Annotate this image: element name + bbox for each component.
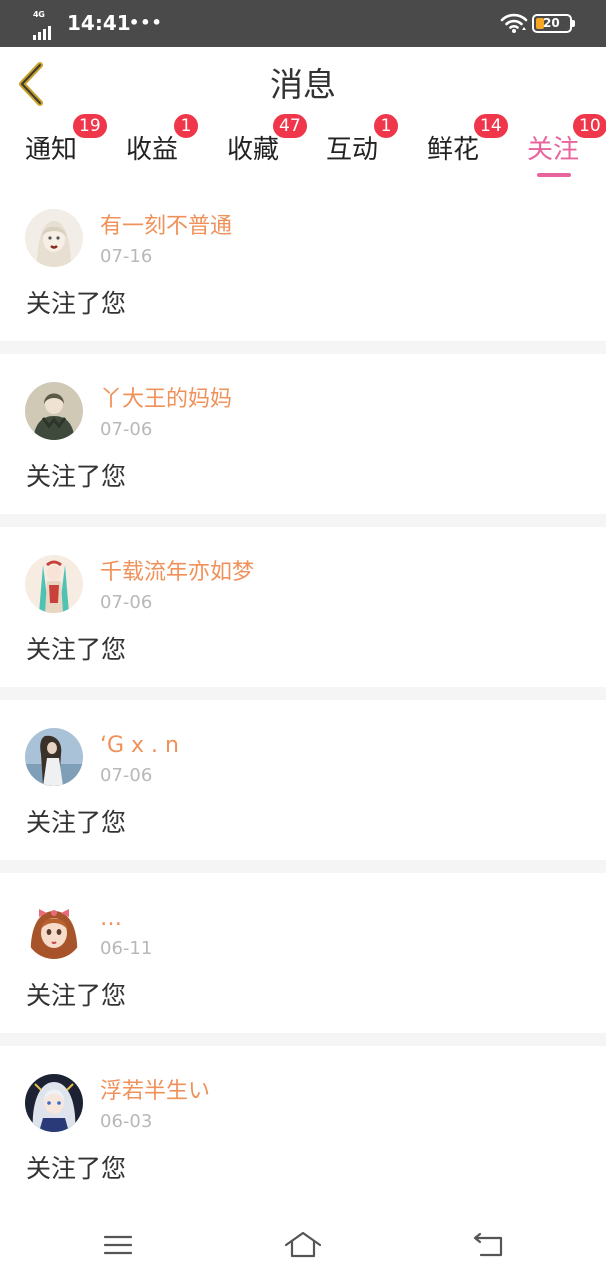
user-avatar[interactable]: [25, 382, 83, 440]
list-item[interactable]: 千载流年亦如梦 07-06 关注了您: [0, 527, 606, 687]
user-avatar[interactable]: [25, 209, 83, 267]
divider: [0, 687, 606, 700]
unread-badge: 14: [474, 114, 508, 138]
message-tabs: 通知 19 收益 1 收藏 47 互动 1 鲜花 14 关注 10: [0, 114, 606, 181]
notification-date: 06-11: [100, 938, 153, 959]
list-item[interactable]: 有一刻不普通 07-16 关注了您: [0, 181, 606, 341]
user-avatar[interactable]: [25, 555, 83, 613]
username[interactable]: 千载流年亦如梦: [100, 557, 254, 589]
username[interactable]: 有一刻不普通: [100, 211, 232, 243]
notification-text: 关注了您: [26, 981, 127, 1010]
username[interactable]: 丫大王的妈妈: [100, 384, 232, 416]
user-avatar[interactable]: [25, 901, 83, 959]
notification-date: 07-16: [100, 246, 153, 267]
user-avatar[interactable]: [25, 1074, 83, 1132]
username[interactable]: ‘G x . n: [100, 730, 179, 762]
more-notifications-indicator: •••: [129, 13, 163, 32]
notification-text: 关注了您: [26, 289, 127, 318]
unread-badge: 10: [573, 114, 606, 138]
tab-label: 收益: [126, 135, 179, 165]
network-type: 4G: [33, 10, 45, 19]
cellular-signal-icon: 4G: [33, 10, 61, 40]
username[interactable]: …: [100, 903, 122, 935]
active-tab-indicator: [537, 173, 571, 177]
unread-badge: 1: [374, 114, 398, 138]
tab-label: 收藏: [227, 135, 280, 165]
notification-text: 关注了您: [26, 462, 127, 491]
unread-badge: 47: [273, 114, 307, 138]
wifi-icon: [500, 13, 528, 33]
system-navigation-bar: [0, 1210, 606, 1280]
tab-label: 关注: [527, 135, 580, 165]
back-arrow-icon[interactable]: [468, 1228, 508, 1262]
battery-icon: 20: [532, 14, 575, 33]
battery-level: 20: [543, 16, 560, 30]
unread-badge: 1: [174, 114, 198, 138]
notification-date: 06-03: [100, 1111, 153, 1132]
list-item[interactable]: ‘G x . n 07-06 关注了您: [0, 700, 606, 860]
list-item[interactable]: 浮若半生い 06-03 关注了您: [0, 1046, 606, 1206]
divider: [0, 860, 606, 873]
tab-label: 鲜花: [427, 135, 480, 165]
list-item[interactable]: … 06-11 关注了您: [0, 873, 606, 1033]
divider: [0, 514, 606, 527]
notification-date: 07-06: [100, 765, 153, 786]
app-header: 消息: [0, 47, 606, 121]
home-icon[interactable]: [283, 1228, 323, 1262]
status-bar: 4G 14:41 ••• 20: [0, 0, 606, 47]
username[interactable]: 浮若半生い: [100, 1076, 210, 1108]
unread-badge: 19: [73, 114, 107, 138]
tab-label: 互动: [326, 135, 379, 165]
clock: 14:41: [67, 11, 131, 35]
menu-icon[interactable]: [98, 1228, 138, 1262]
notification-text: 关注了您: [26, 1154, 127, 1183]
divider: [0, 1033, 606, 1046]
list-item[interactable]: 丫大王的妈妈 07-06 关注了您: [0, 354, 606, 514]
notification-text: 关注了您: [26, 808, 127, 837]
notification-text: 关注了您: [26, 635, 127, 664]
user-avatar[interactable]: [25, 728, 83, 786]
page-title: 消息: [270, 65, 336, 104]
divider: [0, 341, 606, 354]
tab-label: 通知: [25, 135, 78, 165]
notification-date: 07-06: [100, 419, 153, 440]
notification-date: 07-06: [100, 592, 153, 613]
